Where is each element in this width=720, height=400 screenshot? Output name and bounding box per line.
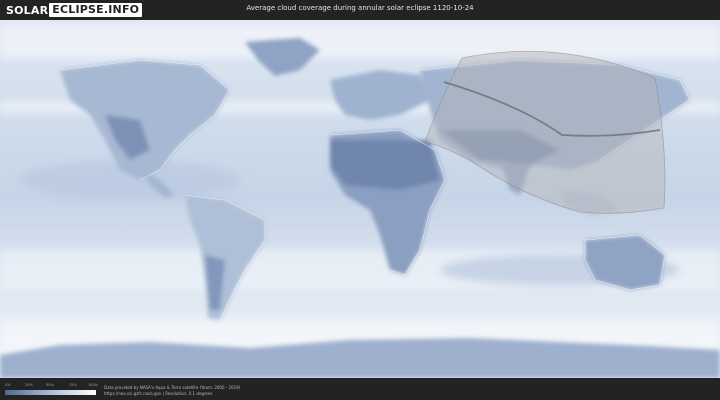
legend-tick-1: 25%: [25, 383, 33, 387]
data-source-link[interactable]: https://neo.sci.gsfc.nasa.gov | Resoluti…: [104, 391, 212, 396]
legend-tick-2: 50%: [46, 383, 54, 387]
legend-tick-0: 0%: [5, 383, 11, 387]
cloud-coverage-map: [0, 20, 720, 378]
legend-tick-4: 100%: [88, 383, 99, 387]
map-title: Average cloud coverage during annular so…: [246, 4, 474, 12]
cloud-coverage-legend: [5, 390, 96, 395]
data-credit: Data provided by NASA's Aqua & Terra sat…: [104, 385, 241, 390]
legend-tick-3: 75%: [69, 383, 77, 387]
legend-ticks: 0% 25% 50% 75% 100%: [5, 383, 99, 389]
